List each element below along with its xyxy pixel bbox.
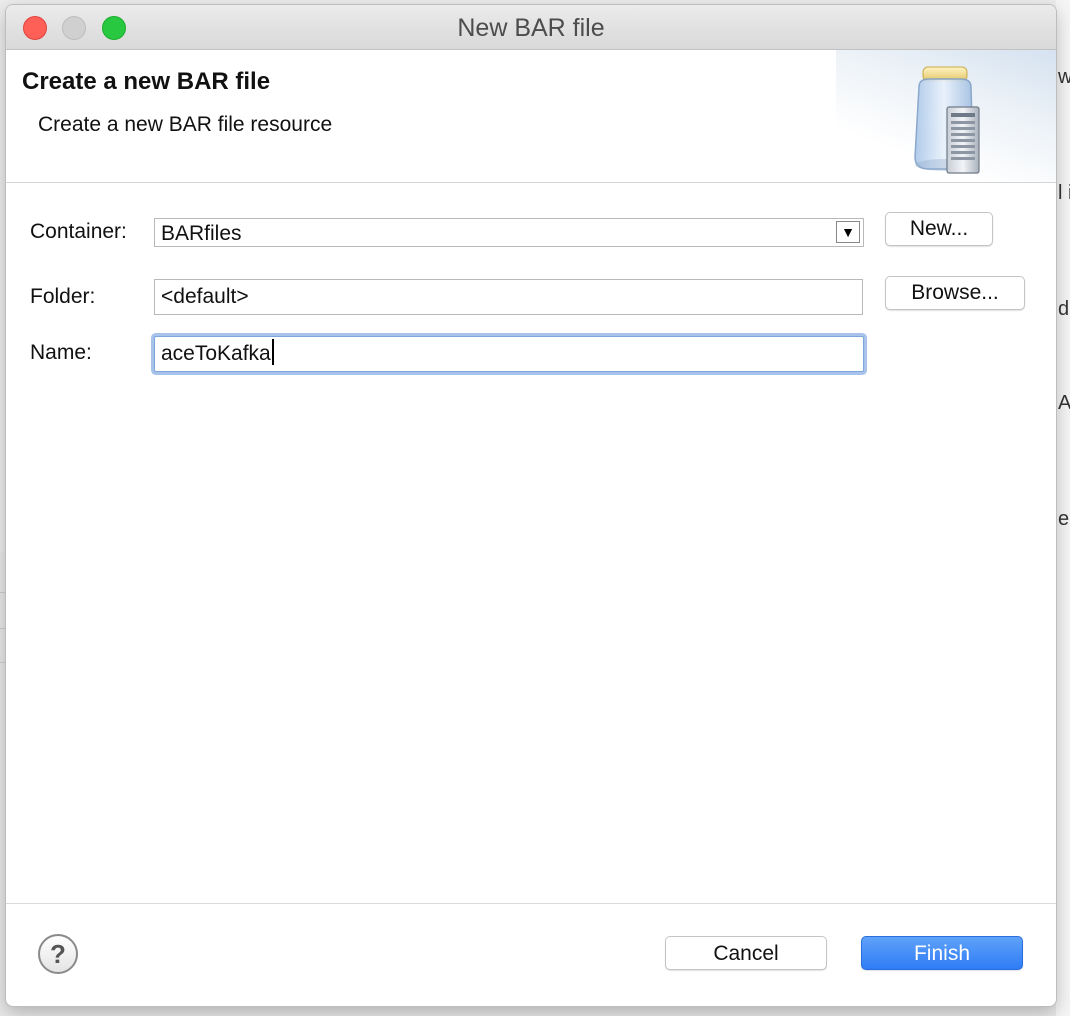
page-description: Create a new BAR file resource <box>38 113 333 136</box>
cancel-button[interactable]: Cancel <box>665 936 827 970</box>
background-text: da <box>1058 298 1070 320</box>
window-title: New BAR file <box>457 14 605 42</box>
name-label: Name: <box>30 341 92 364</box>
text-caret <box>271 339 274 366</box>
container-value: BARfiles <box>161 222 242 245</box>
folder-label: Folder: <box>30 285 96 308</box>
new-bar-file-dialog: New BAR file Create a new BAR file Creat… <box>6 5 1056 1006</box>
background-text: en <box>1058 508 1070 530</box>
background-text: l i <box>1058 182 1070 204</box>
title-bar[interactable]: New BAR file <box>6 5 1056 50</box>
finish-button[interactable]: Finish <box>861 936 1023 970</box>
background-text: A <box>1058 392 1070 414</box>
wizard-header: Create a new BAR file Create a new BAR f… <box>6 50 1056 183</box>
browse-button[interactable]: Browse... <box>885 276 1025 310</box>
background-text: w <box>1058 66 1070 88</box>
container-label: Container: <box>30 220 127 243</box>
name-field[interactable]: aceToKafka <box>154 336 864 372</box>
name-value: aceToKafka <box>161 342 271 365</box>
help-icon[interactable]: ? <box>38 934 78 974</box>
folder-field[interactable]: <default> <box>154 279 863 315</box>
jar-server-icon <box>914 66 980 174</box>
container-dropdown[interactable]: BARfiles ▼ <box>154 218 864 247</box>
footer-divider <box>6 903 1056 904</box>
chevron-down-icon[interactable]: ▼ <box>836 221 860 243</box>
background-app-edge: w l i da A en <box>1056 0 1070 1016</box>
page-title: Create a new BAR file <box>22 68 271 95</box>
new-container-button[interactable]: New... <box>885 212 993 246</box>
